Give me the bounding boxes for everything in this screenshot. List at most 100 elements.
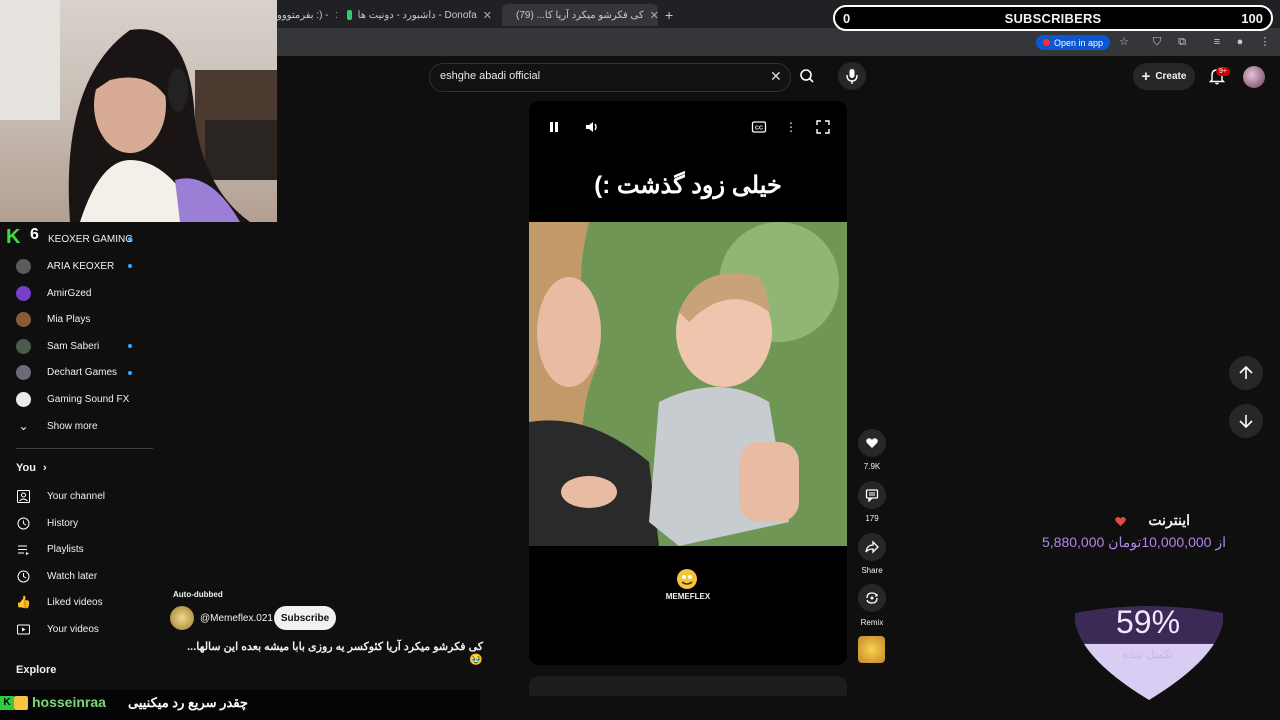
channel-badge-icon: K: [0, 696, 14, 710]
video-frame: [529, 222, 847, 546]
browser-tab[interactable]: بفرمتووو :) - ✕: [277, 4, 337, 26]
search-button[interactable]: [790, 63, 826, 90]
menu-icon[interactable]: ⋮: [1258, 35, 1272, 49]
chat-message-text: چقدر سریع رد میکنییی: [128, 695, 248, 710]
sidebar-item-gaming-sound-fx[interactable]: Gaming Sound FX: [16, 389, 129, 409]
sidebar-item-label: Playlists: [47, 543, 84, 555]
avatar: [16, 391, 31, 407]
webcam-feed: [0, 0, 277, 222]
sidebar-item-show-more[interactable]: ⌄ Show more: [16, 416, 98, 436]
sidebar-item-keoxer-gaming[interactable]: KEOXER GAMING: [48, 229, 133, 249]
comments-button[interactable]: [858, 481, 886, 509]
donation-sub-label: تکمیل شده: [1122, 649, 1174, 661]
close-icon[interactable]: ✕: [335, 9, 337, 22]
sidebar-divider: [16, 448, 153, 449]
open-in-app-button[interactable]: Open in app: [1036, 35, 1111, 50]
shorts-video-player[interactable]: CC ⋮ خیلی زود گذشت :) MEMEFLEX: [529, 101, 847, 665]
youtube-icon: [1043, 39, 1050, 46]
sidebar-item-label: ARIA KEOXER: [47, 260, 115, 272]
clock-icon: [16, 569, 31, 584]
avatar: [16, 258, 31, 274]
remix-label: Remix: [860, 618, 884, 627]
next-short-button[interactable]: [1229, 404, 1263, 438]
open-in-app-label: Open in app: [1054, 37, 1104, 48]
account-icon: [16, 489, 31, 504]
remix-button[interactable]: [858, 584, 886, 612]
k6-number: 6: [30, 226, 39, 243]
extensions-icon[interactable]: ⧉: [1175, 35, 1189, 49]
search-input[interactable]: eshghe abadi official: [440, 70, 540, 82]
shield-icon[interactable]: ⛉: [1150, 35, 1164, 49]
new-tab-icon[interactable]: +: [665, 4, 679, 26]
mic-button[interactable]: [838, 62, 866, 90]
pause-icon[interactable]: [546, 119, 562, 135]
k6-logo: K: [6, 226, 21, 248]
sidebar-item-sam-saberi[interactable]: Sam Saberi: [16, 336, 99, 356]
previous-short-button[interactable]: [1229, 356, 1263, 390]
thumbs-up-icon: 👍: [16, 594, 31, 609]
volume-icon[interactable]: [584, 119, 600, 135]
sidebar-item-liked-videos[interactable]: 👍 Liked videos: [16, 592, 103, 612]
sidebar-item-label: Show more: [47, 420, 98, 432]
profile-icon[interactable]: ●: [1233, 35, 1247, 49]
arrow-down-icon: [1239, 415, 1253, 429]
close-icon[interactable]: ✕: [483, 9, 492, 22]
close-icon[interactable]: ✕: [770, 68, 782, 85]
sidebar-item-label: Your videos: [47, 623, 99, 635]
browser-tab[interactable]: داشبورد - دونیت ها - Donofa ✕: [347, 4, 492, 26]
subscribers-goal-bar: 0 SUBSCRIBERS 100: [833, 5, 1273, 31]
create-button[interactable]: + Create: [1133, 63, 1195, 90]
close-icon[interactable]: ✕: [650, 9, 658, 22]
video-icon: [16, 622, 31, 637]
sidebar-item-your-channel[interactable]: Your channel: [16, 486, 105, 506]
sidebar-section-explore[interactable]: Explore: [16, 664, 56, 676]
plus-icon: +: [1141, 68, 1151, 85]
crown-badge-icon: [14, 696, 28, 710]
sidebar-item-playlists[interactable]: Playlists: [16, 539, 84, 559]
star-icon[interactable]: ☆: [1117, 35, 1131, 49]
notification-badge: 9+: [1216, 67, 1230, 76]
sidebar-item-aria-keoxer[interactable]: ARIA KEOXER: [16, 256, 114, 276]
chevron-down-icon: ⌄: [18, 418, 29, 433]
sidebar-item-amirgzed[interactable]: AmirGzed: [16, 283, 91, 303]
sidebar-item-mia-plays[interactable]: Mia Plays: [16, 309, 90, 329]
tab-label: بفرمتووو :) -: [277, 9, 329, 21]
playlist-icon: [16, 542, 31, 557]
sidebar-item-history[interactable]: History: [16, 513, 78, 533]
chevron-right-icon: ›: [43, 462, 47, 474]
browser-tab-active[interactable]: کی فکرشو میکرد آریا کا... (79) ✕: [502, 4, 658, 26]
svg-text:CC: CC: [755, 126, 763, 132]
subscribers-goal: 100: [1241, 11, 1263, 26]
more-options-icon[interactable]: ⋮: [783, 119, 799, 135]
account-avatar[interactable]: [1243, 66, 1265, 88]
create-label: Create: [1155, 71, 1187, 82]
new-content-dot: [128, 371, 132, 375]
sidebar-section-you[interactable]: You ›: [16, 462, 47, 474]
fullscreen-icon[interactable]: [815, 119, 831, 135]
sidebar-item-label: AmirGzed: [47, 287, 92, 299]
avatar: [16, 285, 31, 301]
sound-thumbnail[interactable]: [858, 636, 885, 663]
new-content-dot: [128, 344, 132, 348]
sidebar-item-watch-later[interactable]: Watch later: [16, 566, 97, 586]
subscribe-button[interactable]: Subscribe: [274, 606, 336, 630]
sidebar-item-label: Sam Saberi: [47, 340, 100, 352]
channel-name[interactable]: @Memeflex.021: [200, 613, 273, 624]
captions-icon[interactable]: CC: [751, 119, 767, 135]
sidebar-item-label: Watch later: [47, 570, 98, 582]
sidebar-item-your-videos[interactable]: Your videos: [16, 619, 99, 639]
tab-label: داشبورد - دونیت ها - Donofa: [357, 9, 477, 21]
share-button[interactable]: [858, 533, 886, 561]
sidebar-item-label: Dechart Games: [47, 366, 118, 378]
next-short-preview[interactable]: [529, 676, 847, 696]
search-box[interactable]: eshghe abadi official ✕: [429, 63, 791, 92]
sidebar-item-dechart-games[interactable]: Dechart Games: [16, 362, 117, 382]
channel-avatar[interactable]: [170, 606, 194, 630]
mic-icon: [846, 69, 858, 84]
sidebar-item-label: History: [47, 517, 79, 529]
video-description[interactable]: کی فکرشو میکرد آریا کئوکسر یه روزی بابا …: [173, 640, 483, 666]
comment-count: 179: [865, 514, 879, 523]
stream-chat-message: K hosseinraa چقدر سریع رد میکنییی: [0, 690, 480, 720]
media-icon[interactable]: ≡: [1210, 35, 1224, 49]
like-button[interactable]: [858, 429, 886, 457]
